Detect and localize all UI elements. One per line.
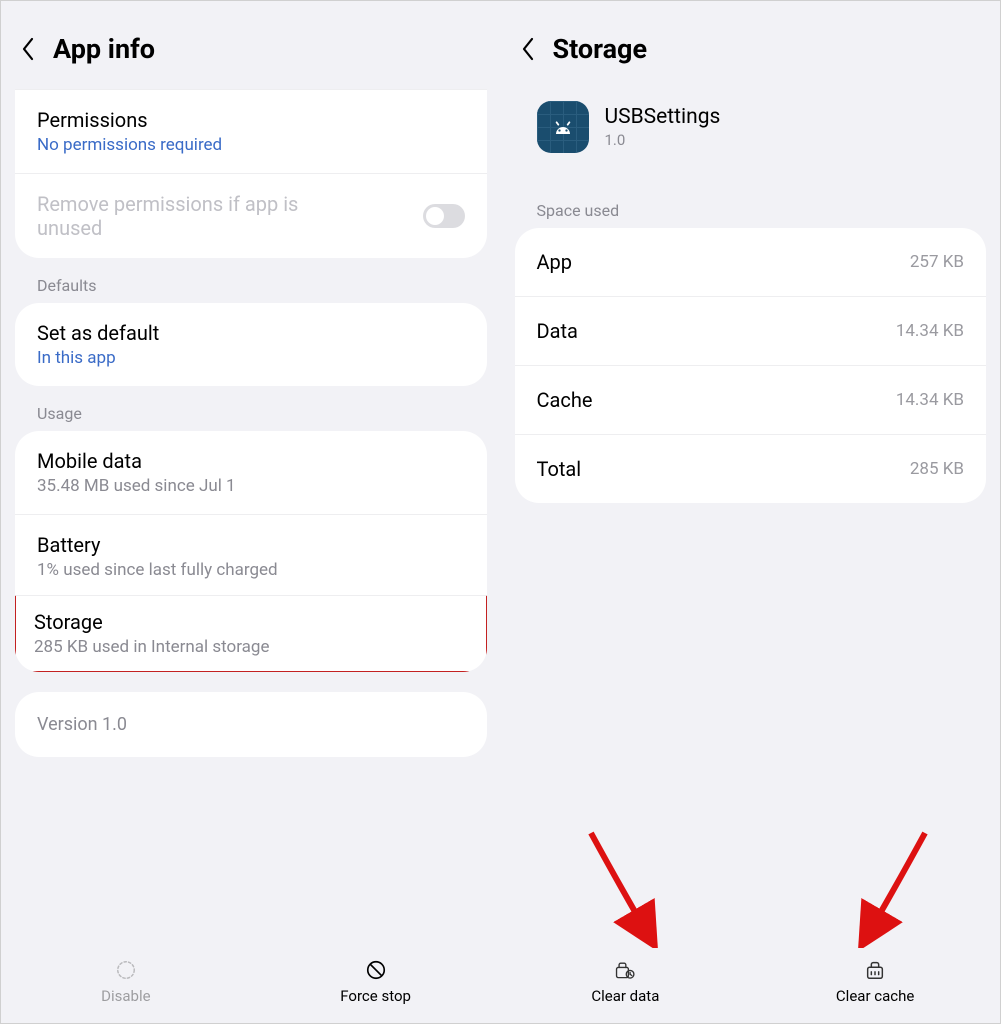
set-default-title: Set as default [37,321,159,345]
set-default-row[interactable]: Set as default In this app [15,303,487,386]
storage-title: Storage [34,610,270,634]
defaults-card: Set as default In this app [15,303,487,386]
header: App info [1,1,501,89]
app-size-value: 257 KB [910,252,964,272]
version-card: Version 1.0 [15,692,487,757]
header: Storage [501,1,1001,89]
data-size-row: Data 14.34 KB [515,296,987,365]
cache-size-label: Cache [537,388,593,412]
back-icon[interactable] [21,37,35,61]
storage-subtitle: 285 KB used in Internal storage [34,637,270,657]
data-size-label: Data [537,319,578,343]
clear-data-label: Clear data [591,987,659,1005]
disable-button: Disable [1,959,251,1005]
cache-size-row: Cache 14.34 KB [515,365,987,434]
clear-data-button[interactable]: Clear data [501,959,751,1005]
clear-cache-icon [864,959,886,981]
total-size-value: 285 KB [910,459,964,479]
permissions-title: Permissions [37,108,222,132]
mobile-data-row[interactable]: Mobile data 35.48 MB used since Jul 1 [15,431,487,514]
storage-row[interactable]: Storage 285 KB used in Internal storage [15,595,487,672]
remove-permissions-row[interactable]: Remove permissions if app is unused [15,173,487,258]
annotation-arrow-right [845,828,935,948]
clear-cache-label: Clear cache [836,987,914,1005]
bottom-bar: Clear data Clear cache [501,945,1001,1023]
cache-size-value: 14.34 KB [896,390,964,410]
version-text: Version 1.0 [37,714,127,735]
permissions-row[interactable]: Permissions No permissions required [15,89,487,173]
battery-subtitle: 1% used since last fully charged [37,560,278,580]
app-size-label: App [537,250,573,274]
disable-label: Disable [101,987,150,1005]
page-title: Storage [553,33,648,65]
section-usage: Usage [1,386,501,431]
version-row: Version 1.0 [15,692,487,757]
force-stop-label: Force stop [340,987,411,1005]
remove-permissions-toggle[interactable] [423,204,465,228]
annotation-arrow-left [581,828,671,948]
space-used-card: App 257 KB Data 14.34 KB Cache 14.34 KB … [515,228,987,503]
set-default-subtitle: In this app [37,348,159,368]
app-icon [537,101,589,153]
section-space-used: Space used [501,173,1001,228]
remove-permissions-title: Remove permissions if app is unused [37,192,337,240]
permissions-subtitle: No permissions required [37,135,222,155]
privacy-card: Permissions No permissions required Remo… [15,89,487,258]
app-version: 1.0 [605,131,721,149]
data-size-value: 14.34 KB [896,321,964,341]
back-icon[interactable] [521,37,535,61]
page-title: App info [53,33,155,65]
app-header: USBSettings 1.0 [501,89,1001,173]
total-size-row: Total 285 KB [515,434,987,503]
storage-screen: Storage USBSettings 1.0 Space used App 2… [501,1,1001,1023]
force-stop-button[interactable]: Force stop [251,959,501,1005]
bottom-bar: Disable Force stop [1,945,501,1023]
usage-card: Mobile data 35.48 MB used since Jul 1 Ba… [15,431,487,672]
app-size-row: App 257 KB [515,228,987,296]
disable-icon [115,959,137,981]
app-info-screen: App info Permissions No permissions requ… [1,1,501,1023]
total-size-label: Total [537,457,582,481]
mobile-data-title: Mobile data [37,449,236,473]
section-defaults: Defaults [1,258,501,303]
force-stop-icon [365,959,387,981]
clear-cache-button[interactable]: Clear cache [750,959,1000,1005]
mobile-data-subtitle: 35.48 MB used since Jul 1 [37,476,236,496]
battery-title: Battery [37,533,278,557]
app-name: USBSettings [605,105,721,129]
clear-data-icon [614,959,636,981]
battery-row[interactable]: Battery 1% used since last fully charged [15,514,487,598]
